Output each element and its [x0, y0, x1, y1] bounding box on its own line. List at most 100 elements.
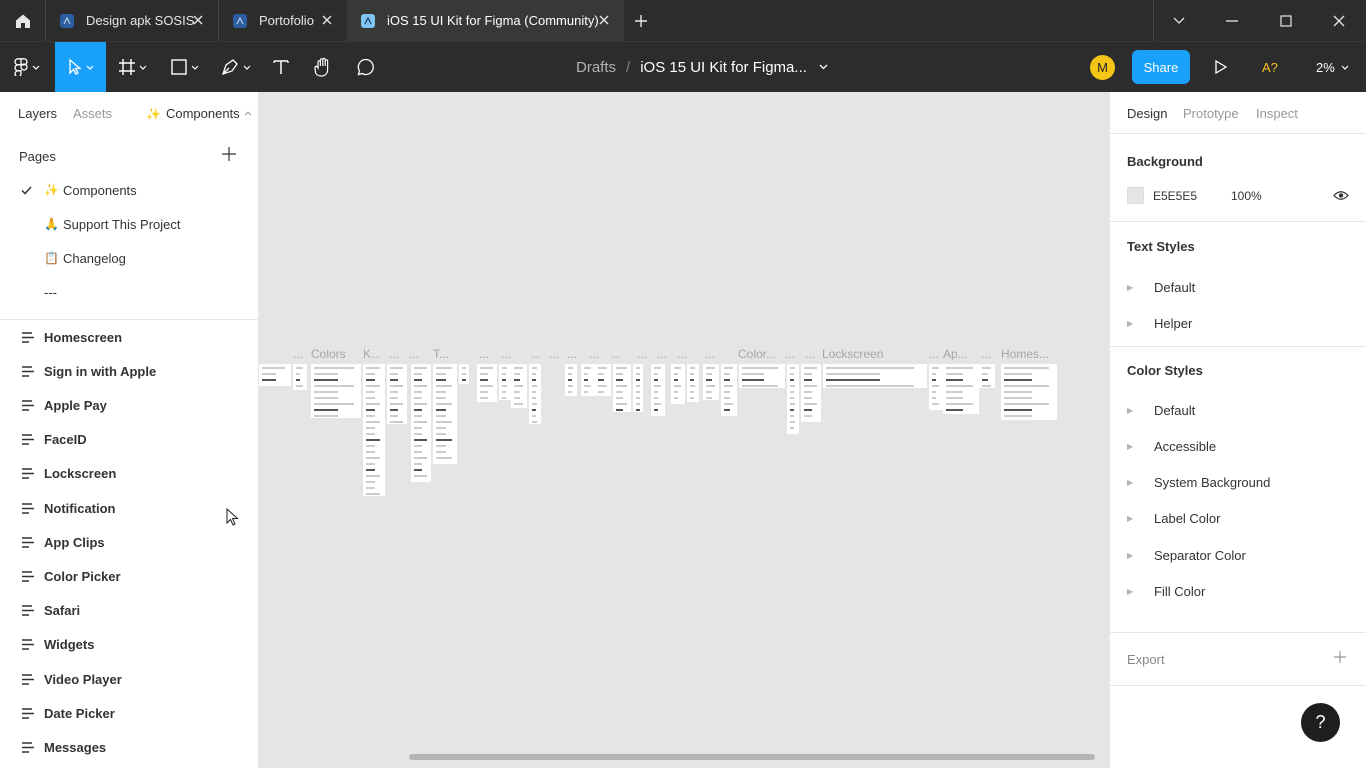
- frame-label[interactable]: T...: [433, 347, 449, 361]
- help-button[interactable]: ?: [1301, 703, 1340, 742]
- move-tool-button[interactable]: [55, 42, 106, 92]
- tab-ios15-ui-kit[interactable]: iOS 15 UI Kit for Figma (Community): [347, 0, 624, 41]
- home-button[interactable]: [0, 0, 45, 41]
- frame-label[interactable]: ...: [479, 347, 489, 361]
- frame-thumbnail[interactable]: [529, 364, 541, 424]
- frame-label[interactable]: ...: [929, 347, 939, 361]
- frame-thumbnail[interactable]: [511, 364, 527, 408]
- avatar[interactable]: M: [1090, 55, 1115, 80]
- text-tool-button[interactable]: [266, 42, 296, 92]
- style-item[interactable]: ▶ Separator Color: [1127, 537, 1246, 573]
- frame-label[interactable]: ...: [785, 347, 795, 361]
- frame-label[interactable]: ...: [805, 347, 815, 361]
- maximize-button[interactable]: [1260, 0, 1312, 41]
- style-item[interactable]: ▶ Default: [1127, 392, 1195, 428]
- frame-thumbnail[interactable]: [979, 364, 995, 388]
- new-tab-button[interactable]: [628, 0, 654, 41]
- frame-label[interactable]: K...: [363, 347, 381, 361]
- background-opacity-value[interactable]: 100%: [1231, 189, 1262, 203]
- frame-label[interactable]: ...: [637, 347, 647, 361]
- frame-thumbnail[interactable]: [433, 364, 457, 464]
- frame-label[interactable]: ...: [677, 347, 687, 361]
- frame-thumbnail[interactable]: [801, 364, 821, 422]
- frame-thumbnail[interactable]: [943, 364, 979, 414]
- frame-tool-button[interactable]: [110, 42, 156, 92]
- frame-thumbnail[interactable]: [311, 364, 361, 418]
- main-menu-button[interactable]: [2, 42, 52, 92]
- frame-label[interactable]: ...: [531, 347, 541, 361]
- tab-list-button[interactable]: [1153, 0, 1205, 41]
- frame-thumbnail[interactable]: [477, 364, 497, 402]
- frame-label[interactable]: Colors: [311, 347, 346, 361]
- chevron-down-icon[interactable]: [819, 64, 828, 70]
- frame-thumbnail[interactable]: [687, 364, 699, 402]
- tab-design[interactable]: Design: [1127, 106, 1167, 121]
- frame-label[interactable]: ...: [389, 347, 399, 361]
- style-item[interactable]: ▶ Default: [1127, 269, 1195, 305]
- frame-label[interactable]: ...: [981, 347, 991, 361]
- frame-thumbnail[interactable]: [499, 364, 511, 400]
- frame-label[interactable]: Ap...: [943, 347, 968, 361]
- frame-thumbnail[interactable]: [633, 364, 643, 412]
- frame-label[interactable]: ...: [567, 347, 577, 361]
- horizontal-scrollbar[interactable]: [409, 754, 1095, 760]
- frame-thumbnail[interactable]: [703, 364, 719, 400]
- layer-item[interactable]: Color Picker: [0, 559, 258, 593]
- pen-tool-button[interactable]: [213, 42, 259, 92]
- page-item-separator[interactable]: ---: [0, 275, 258, 309]
- tab-portofolio[interactable]: Portofolio: [219, 0, 347, 41]
- layer-item[interactable]: Sign in with Apple: [0, 354, 258, 388]
- file-name[interactable]: iOS 15 UI Kit for Figma...: [640, 59, 807, 76]
- frame-thumbnail[interactable]: [721, 364, 737, 416]
- layer-item[interactable]: Date Picker: [0, 696, 258, 730]
- zoom-dropdown[interactable]: 2%: [1316, 42, 1349, 92]
- frame-thumbnail[interactable]: [459, 364, 469, 384]
- frame-thumbnail[interactable]: [739, 364, 785, 388]
- layer-item[interactable]: App Clips: [0, 525, 258, 559]
- frame-thumbnail[interactable]: [823, 364, 927, 388]
- tab-assets[interactable]: Assets: [73, 106, 112, 121]
- breadcrumb-drafts[interactable]: Drafts: [576, 59, 616, 76]
- frame-label[interactable]: Homes...: [1001, 347, 1049, 361]
- frame-label[interactable]: ...: [611, 347, 621, 361]
- tab-inspect[interactable]: Inspect: [1256, 106, 1298, 121]
- eye-visibility-icon[interactable]: [1333, 190, 1349, 201]
- style-item[interactable]: ▶ Fill Color: [1127, 574, 1205, 610]
- close-window-button[interactable]: [1313, 0, 1365, 41]
- style-item[interactable]: ▶ Accessible: [1127, 428, 1216, 464]
- frame-thumbnail[interactable]: [259, 364, 291, 386]
- tab-prototype[interactable]: Prototype: [1183, 106, 1239, 121]
- frame-label[interactable]: ...: [501, 347, 511, 361]
- frame-label[interactable]: ...: [293, 347, 303, 361]
- frame-thumbnail[interactable]: [595, 364, 611, 396]
- layer-item[interactable]: Apple Pay: [0, 388, 258, 422]
- layer-item[interactable]: Widgets: [0, 628, 258, 662]
- layer-item[interactable]: Notification: [0, 491, 258, 525]
- frame-thumbnail[interactable]: [293, 364, 307, 390]
- layer-item[interactable]: Lockscreen: [0, 457, 258, 491]
- close-tab-icon[interactable]: [596, 12, 612, 28]
- frame-thumbnail[interactable]: [787, 364, 799, 434]
- frame-thumbnail[interactable]: [671, 364, 685, 404]
- share-button[interactable]: Share: [1132, 50, 1190, 84]
- style-item[interactable]: ▶ System Background: [1127, 465, 1270, 501]
- frame-thumbnail[interactable]: [411, 364, 431, 482]
- page-selector[interactable]: ✨ Components: [146, 106, 252, 121]
- minimize-button[interactable]: [1206, 0, 1258, 41]
- close-tab-icon[interactable]: [319, 12, 335, 28]
- frame-thumbnail[interactable]: [613, 364, 631, 412]
- shape-tool-button[interactable]: [162, 42, 208, 92]
- font-missing-button[interactable]: A?: [1262, 42, 1278, 92]
- frame-thumbnail[interactable]: [363, 364, 385, 496]
- add-page-button[interactable]: [222, 147, 240, 165]
- style-item[interactable]: ▶ Label Color: [1127, 501, 1221, 537]
- tab-layers[interactable]: Layers: [18, 106, 57, 121]
- frame-label[interactable]: ...: [549, 347, 559, 361]
- frame-thumbnail[interactable]: [929, 364, 943, 410]
- layer-item[interactable]: FaceID: [0, 423, 258, 457]
- page-item-changelog[interactable]: 📋 Changelog: [0, 241, 258, 275]
- plus-icon[interactable]: [1334, 651, 1346, 663]
- style-item[interactable]: ▶ Helper: [1127, 305, 1192, 341]
- design-canvas[interactable]: ... Colors K......... T....................…: [259, 92, 1109, 768]
- frame-thumbnail[interactable]: [581, 364, 595, 396]
